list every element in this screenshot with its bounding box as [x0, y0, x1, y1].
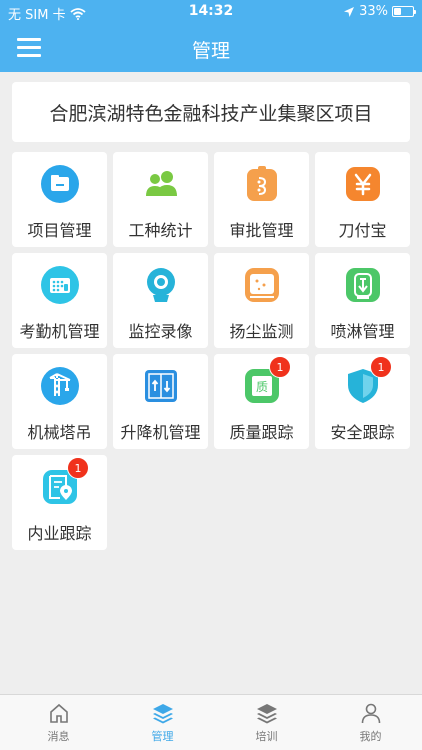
users-icon [141, 164, 181, 204]
home-icon [47, 701, 71, 725]
module-tile[interactable]: 机械塔吊 [12, 354, 107, 449]
location-arrow-icon [344, 6, 355, 17]
module-label: 扬尘监测 [229, 322, 294, 341]
approval-icon [242, 164, 282, 204]
module-tile[interactable]: 扬尘监测 [214, 253, 309, 348]
module-tile[interactable]: 喷淋管理 [315, 253, 410, 348]
tower-crane-icon [40, 366, 80, 406]
person-icon [359, 701, 383, 725]
layers-icon [255, 701, 279, 725]
yen-icon [343, 164, 383, 204]
tab-label: 我的 [359, 730, 382, 743]
dust-monitor-icon [242, 265, 282, 305]
layers-icon [151, 701, 175, 725]
sprinkler-icon [343, 265, 383, 305]
project-name: 合肥滨湖特色金融科技产业集聚区项目 [49, 102, 373, 125]
top-bar: 无 SIM 卡 14:32 33% 管理 [0, 0, 422, 72]
notification-badge: 1 [269, 356, 291, 378]
module-label: 工种统计 [128, 221, 193, 240]
battery-percent: 33% [359, 4, 388, 19]
module-label: 监控录像 [128, 322, 193, 341]
project-name-card[interactable]: 合肥滨湖特色金融科技产业集聚区项目 [12, 82, 410, 142]
module-label: 质量跟踪 [229, 423, 294, 442]
nav-bar: 管理 [0, 24, 422, 72]
module-tile[interactable]: 项目管理 [12, 152, 107, 247]
tab-bar: 消息 管理 培训 我的 [0, 694, 422, 750]
page-title: 管理 [191, 40, 230, 62]
module-label: 考勤机管理 [19, 322, 100, 341]
module-label: 机械塔吊 [27, 423, 92, 442]
camera-icon [141, 265, 181, 305]
module-tile[interactable]: 监控录像 [113, 253, 208, 348]
elevator-icon [141, 366, 181, 406]
status-right: 33% [343, 4, 416, 19]
quality-icon-char: 质 [256, 380, 268, 394]
module-tile[interactable]: 1 安全跟踪 [315, 354, 410, 449]
module-label: 刀付宝 [338, 221, 387, 240]
module-label: 升降机管理 [120, 423, 201, 442]
module-tile[interactable]: 1 内业跟踪 [12, 455, 107, 550]
folder-icon [40, 164, 80, 204]
tab-label: 管理 [151, 730, 174, 743]
module-label: 项目管理 [27, 221, 92, 240]
module-label: 审批管理 [229, 221, 294, 240]
module-tile[interactable]: 升降机管理 [113, 354, 208, 449]
module-tile[interactable]: 工种统计 [113, 152, 208, 247]
shield-icon: 1 [343, 356, 392, 406]
module-label: 喷淋管理 [330, 322, 395, 341]
tab-mine[interactable]: 我的 [318, 695, 422, 750]
module-tile[interactable]: 考勤机管理 [12, 253, 107, 348]
notification-badge: 1 [67, 457, 89, 479]
document-location-icon: 1 [40, 457, 89, 507]
quality-icon: 质1 [242, 356, 291, 406]
tab-label: 培训 [255, 730, 278, 743]
module-label: 内业跟踪 [27, 524, 92, 543]
attendance-icon [40, 265, 80, 305]
tab-messages[interactable]: 消息 [6, 695, 111, 750]
battery-icon [392, 6, 416, 17]
module-tile[interactable]: 刀付宝 [315, 152, 410, 247]
status-bar: 无 SIM 卡 14:32 33% [0, 0, 422, 24]
module-label: 安全跟踪 [330, 423, 395, 442]
tab-manage[interactable]: 管理 [110, 695, 215, 750]
tab-label: 消息 [47, 730, 70, 743]
module-tile[interactable]: 审批管理 [214, 152, 309, 247]
module-tile[interactable]: 质 1 质量跟踪 [214, 354, 309, 449]
tab-training[interactable]: 培训 [214, 695, 319, 750]
notification-badge: 1 [370, 356, 392, 378]
